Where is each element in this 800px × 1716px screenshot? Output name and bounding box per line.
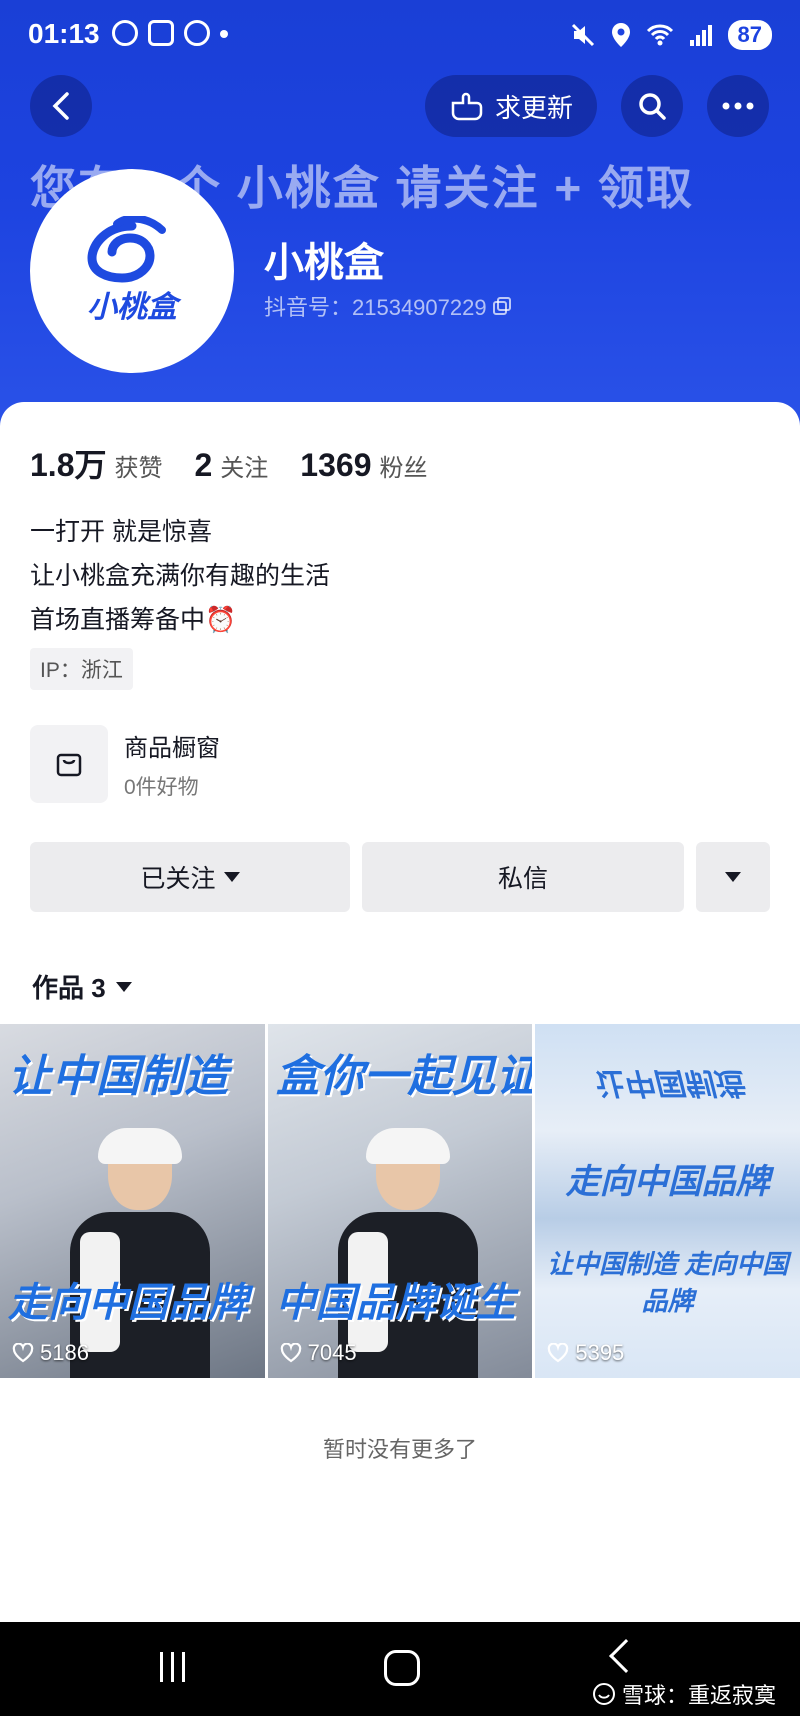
heart-icon: [280, 1343, 301, 1363]
copy-icon[interactable]: [492, 297, 511, 315]
video-thumbnail-person: [337, 1128, 478, 1378]
heart-icon: [12, 1343, 34, 1363]
shopping-bag-icon: [30, 725, 108, 803]
watermark-text: 雪球：重返寂寞: [621, 1683, 776, 1708]
bio-line: 首场直播筹备中⏰: [30, 606, 237, 634]
video-likes-count: 5395: [575, 1340, 625, 1365]
notification-icon: [184, 20, 210, 46]
video-tile[interactable]: 让中国制造 走向中国品牌 让中国制造 走向中国品牌 5395: [535, 1024, 800, 1378]
screen: 您有一个 小桃盒 请关注 + 领取 01:13 87 求更新 小桃盒 抖音号：2…: [0, 0, 800, 1716]
back-button[interactable]: [30, 75, 92, 137]
snowball-logo-icon: [592, 1683, 615, 1705]
dropdown-arrow-icon: [725, 872, 741, 882]
profile-stats: 1.8万 获赞 2 关注 1369 粉丝: [30, 440, 459, 486]
followed-button[interactable]: 已关注: [30, 842, 350, 912]
back-nav-button[interactable]: [609, 1639, 643, 1673]
video-caption: 让中国制造: [8, 1052, 228, 1101]
hand-point-icon: [451, 92, 483, 121]
recent-apps-button[interactable]: [160, 1652, 185, 1682]
search-button[interactable]: [621, 75, 683, 137]
system-navigation-bar: 雪球：重返寂寞: [0, 1622, 800, 1716]
more-button[interactable]: [707, 75, 769, 137]
brand-logo-icon: [87, 216, 166, 283]
video-tile[interactable]: 盒你一起见证 中国品牌诞生 7045: [267, 1024, 533, 1378]
no-more-text: 暂时没有更多了: [322, 1437, 477, 1462]
video-tile[interactable]: 让中国制造 走向中国品牌 5186: [0, 1024, 265, 1378]
message-button[interactable]: 私信: [362, 842, 684, 912]
avatar-brand-text: 小桃盒: [87, 291, 177, 324]
shop-window-title: 商品橱窗: [124, 734, 220, 762]
avatar[interactable]: 小桃盒: [30, 169, 234, 373]
video-thumbnail-person: [70, 1128, 210, 1378]
video-likes-count: 7045: [307, 1340, 357, 1365]
search-icon: [639, 93, 666, 120]
dropdown-arrow-icon: [115, 981, 132, 992]
douyin-id-text: 抖音号：21534907229: [264, 295, 487, 320]
shop-window[interactable]: 商品橱窗 0件好物: [30, 725, 220, 803]
video-likes: 5186: [12, 1340, 89, 1366]
video-caption: 走向中国品牌: [8, 1281, 248, 1325]
heart-icon: [548, 1343, 569, 1363]
likes-count[interactable]: 1.8万: [30, 440, 107, 486]
following-count[interactable]: 2: [195, 447, 213, 484]
video-likes: 7045: [280, 1340, 357, 1366]
profile-bio: 一打开 就是惊喜 让小桃盒充满你有趣的生活 首场直播筹备中⏰: [30, 510, 330, 642]
profile-name: 小桃盒: [264, 241, 384, 285]
status-time: 01:13: [28, 18, 100, 49]
recommend-dropdown-button[interactable]: [696, 842, 770, 912]
works-grid: 让中国制造 走向中国品牌 5186 盒你一起见证 中国品牌诞生 7045 让中国…: [0, 1024, 800, 1378]
home-button[interactable]: [384, 1650, 420, 1686]
douyin-id[interactable]: 抖音号：21534907229: [264, 290, 511, 322]
watermark: 雪球：重返寂寞: [592, 1678, 776, 1710]
following-label: 关注: [220, 455, 269, 482]
ip-location-tag: IP：浙江: [30, 648, 133, 690]
wifi-icon: [646, 24, 673, 46]
video-likes-count: 5186: [40, 1340, 89, 1365]
location-icon: [611, 23, 630, 47]
notification-icon: [112, 20, 138, 46]
status-notification-icons: [112, 20, 228, 46]
more-notifications-dot: [220, 30, 228, 38]
message-label: 私信: [497, 865, 548, 893]
chevron-left-icon: [52, 92, 69, 120]
bio-line: 一打开 就是惊喜: [30, 518, 212, 546]
video-caption: 让中国制造: [592, 1066, 743, 1099]
works-tab[interactable]: 作品 3: [32, 968, 132, 1005]
dropdown-arrow-icon: [223, 872, 240, 882]
shop-window-subtitle: 0件好物: [124, 775, 199, 799]
request-update-label: 求更新: [494, 92, 573, 123]
request-update-button[interactable]: 求更新: [425, 75, 597, 137]
signal-icon: [689, 25, 712, 46]
video-caption: 让中国制造 走向中国品牌: [547, 1249, 789, 1316]
likes-label: 获赞: [114, 455, 163, 482]
profile-card: 1.8万 获赞 2 关注 1369 粉丝 一打开 就是惊喜 让小桃盒充满你有趣的…: [0, 402, 800, 1622]
followers-count[interactable]: 1369: [300, 447, 371, 484]
works-tab-label: 作品 3: [32, 973, 106, 1003]
notification-icon: [148, 20, 174, 46]
status-system-icons: 87: [570, 20, 772, 50]
status-bar: 01:13 87: [0, 0, 800, 70]
video-caption: 中国品牌诞生: [275, 1281, 516, 1325]
followers-label: 粉丝: [379, 455, 428, 482]
bio-line: 让小桃盒充满你有趣的生活: [30, 562, 331, 590]
video-likes: 5395: [547, 1340, 624, 1366]
more-dots-icon: [722, 102, 754, 110]
battery-indicator: 87: [727, 20, 772, 50]
followed-label: 已关注: [140, 865, 216, 893]
video-caption: 走向中国品牌: [565, 1163, 770, 1201]
mute-icon: [571, 23, 594, 47]
video-caption: 盒你一起见证: [275, 1052, 533, 1101]
